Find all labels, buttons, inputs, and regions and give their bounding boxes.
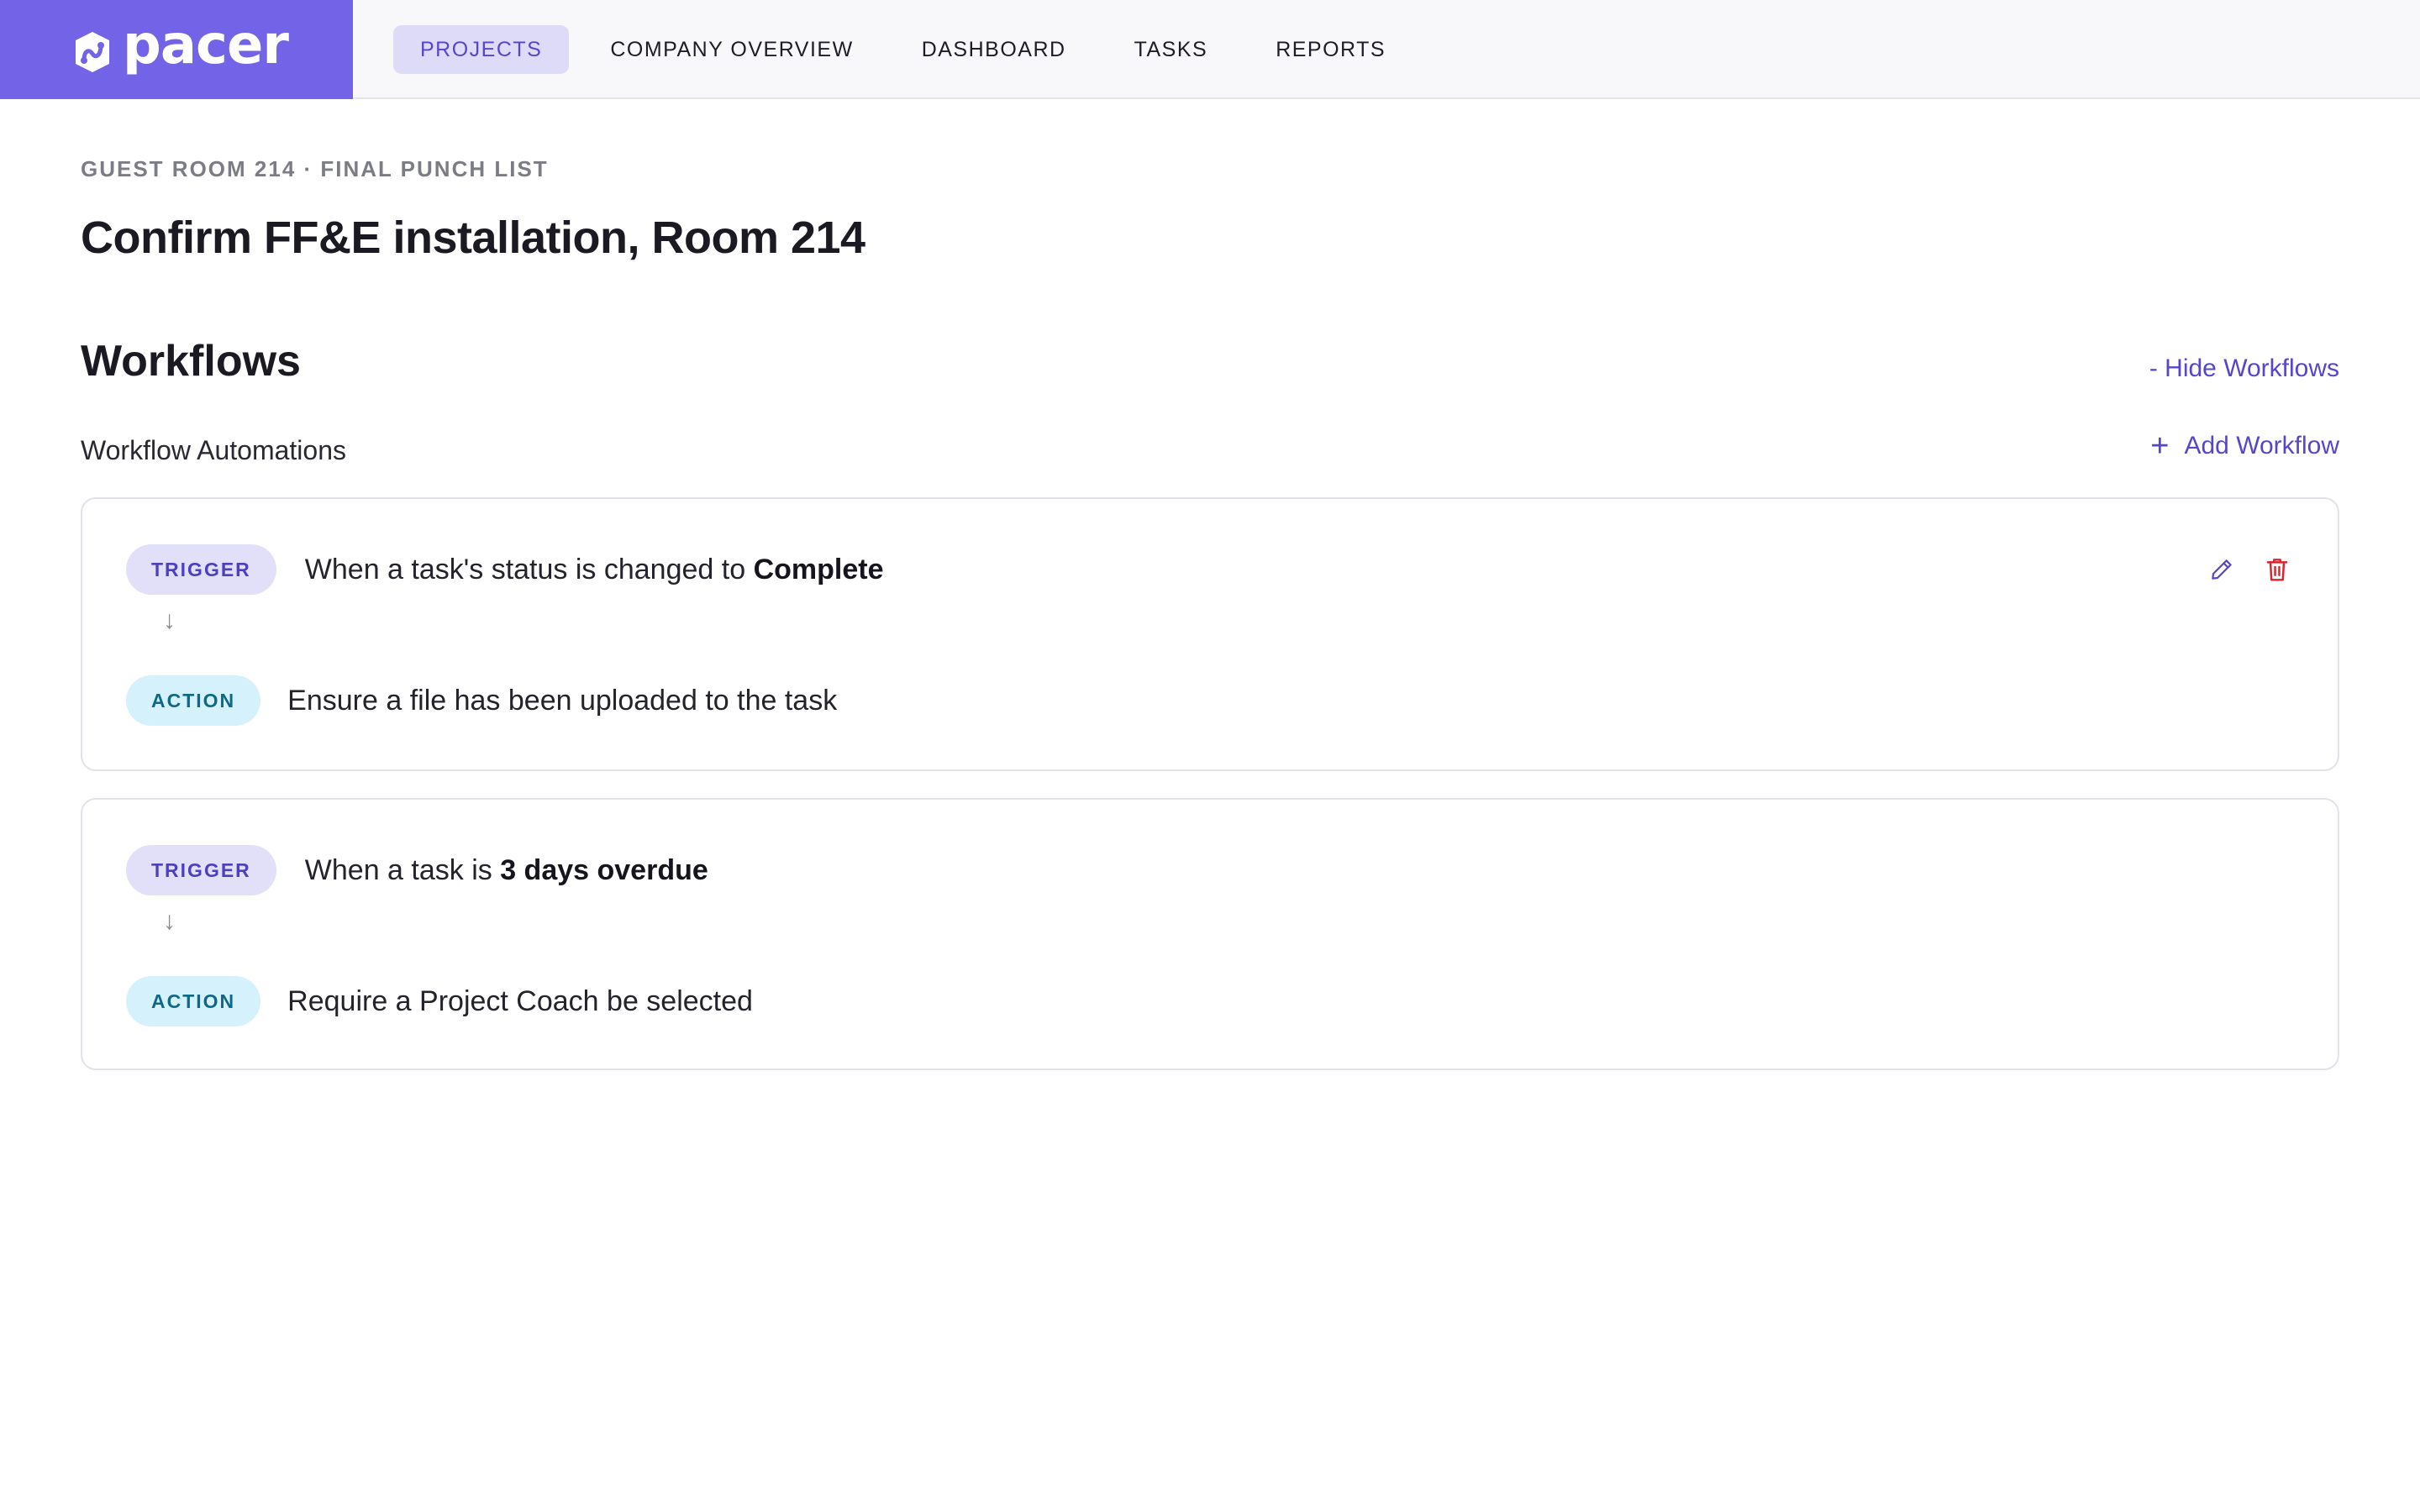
workflow-trigger-row: TRIGGER When a task is 3 days overdue [126, 845, 708, 895]
workflow-trigger-row: TRIGGER When a task's status is changed … [126, 544, 883, 595]
nav-item-company-overview[interactable]: COMPANY OVERVIEW [583, 25, 880, 74]
top-navigation-bar: pacer PROJECTS COMPANY OVERVIEW DASHBOAR… [0, 0, 2420, 99]
add-workflow-label: Add Workflow [2184, 432, 2339, 459]
nav-item-reports[interactable]: REPORTS [1249, 25, 1413, 74]
pencil-icon [2212, 559, 2232, 580]
workflow-action-row: ACTION Ensure a file has been uploaded t… [126, 675, 837, 726]
trigger-description: When a task is 3 days overdue [305, 854, 708, 887]
workflow-card-actions [2205, 553, 2294, 586]
workflows-section-title: Workflows [81, 337, 301, 386]
main-nav: PROJECTS COMPANY OVERVIEW DASHBOARD TASK… [393, 25, 1427, 74]
workflow-card: TRIGGER When a task is 3 days overdue ↓ … [81, 798, 2339, 1070]
arrow-down-icon: ↓ [163, 907, 176, 935]
breadcrumb: GUEST ROOM 214 · FINAL PUNCH LIST [81, 156, 549, 181]
trigger-badge: TRIGGER [126, 845, 276, 895]
brand-logo[interactable]: pacer [0, 0, 353, 99]
nav-item-dashboard[interactable]: DASHBOARD [895, 25, 1093, 74]
add-workflow-button[interactable]: + Add Workflow [2150, 430, 2339, 462]
plus-icon: + [2150, 428, 2170, 464]
trigger-value: 3 days overdue [500, 853, 708, 886]
pacer-logo-icon [76, 32, 109, 72]
edit-workflow-button[interactable] [2205, 553, 2238, 586]
nav-item-projects[interactable]: PROJECTS [393, 25, 570, 74]
nav-item-tasks[interactable]: TASKS [1107, 25, 1235, 74]
trigger-prefix: When a task is [304, 853, 501, 886]
workflow-card: TRIGGER When a task's status is changed … [81, 497, 2339, 771]
action-badge: ACTION [126, 976, 261, 1026]
brand-name: pacer [123, 14, 289, 76]
trigger-badge: TRIGGER [126, 544, 276, 595]
workflow-automations-title: Workflow Automations [81, 435, 346, 465]
action-badge: ACTION [126, 675, 261, 726]
action-description: Require a Project Coach be selected [287, 984, 753, 1017]
hide-workflows-link[interactable]: - Hide Workflows [2149, 354, 2339, 383]
page-title: Confirm FF&E installation, Room 214 [81, 213, 865, 263]
trigger-value: Complete [753, 553, 884, 585]
arrow-down-icon: ↓ [163, 606, 176, 634]
trigger-prefix: When a task's status is changed to [304, 553, 754, 585]
action-description: Ensure a file has been uploaded to the t… [287, 684, 838, 717]
workflow-action-row: ACTION Require a Project Coach be select… [126, 976, 753, 1026]
trigger-description: When a task's status is changed to Compl… [305, 554, 884, 586]
trash-icon [2266, 559, 2288, 581]
delete-workflow-button[interactable] [2260, 553, 2294, 586]
